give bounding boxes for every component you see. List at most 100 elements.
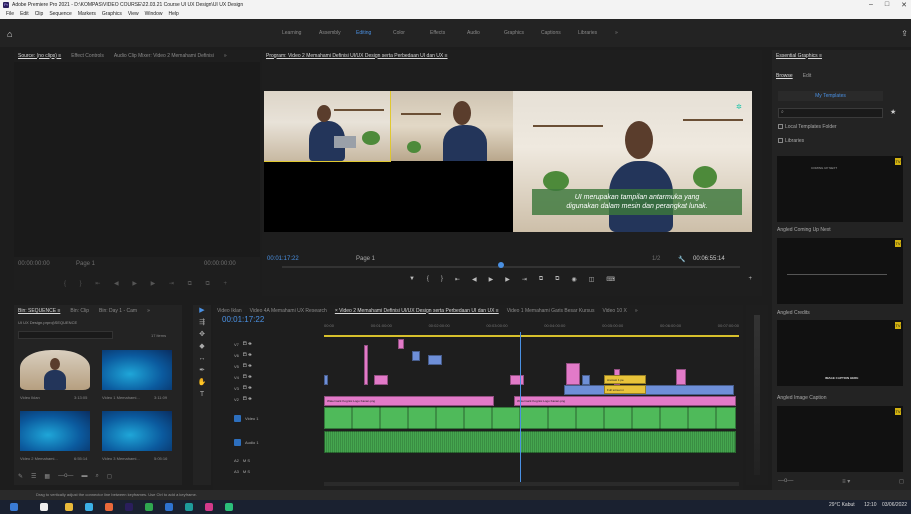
list-view-icon[interactable]: ☰ bbox=[31, 473, 36, 480]
track-header-a3[interactable]: A3 M S bbox=[213, 466, 324, 476]
workspace-graphics[interactable]: Graphics bbox=[504, 29, 541, 37]
clock-date[interactable]: 03/06/2022 bbox=[882, 502, 907, 508]
premiere-icon[interactable] bbox=[125, 503, 133, 511]
menu-window[interactable]: Window bbox=[142, 10, 166, 19]
timeline-clip[interactable] bbox=[398, 339, 404, 349]
write-protect-icon[interactable]: ✎ bbox=[18, 473, 23, 480]
mark-in-icon[interactable]: { bbox=[427, 276, 429, 282]
extract-icon[interactable]: ⧉ bbox=[555, 276, 559, 283]
find-icon[interactable]: ⌕ bbox=[95, 473, 98, 480]
menu-file[interactable]: File bbox=[3, 10, 17, 19]
new-item-icon[interactable]: ◻ bbox=[899, 478, 904, 485]
edge-icon[interactable] bbox=[85, 503, 93, 511]
program-timecode[interactable]: 00:01:17:22 bbox=[267, 256, 299, 262]
timeline-scrollbar[interactable] bbox=[324, 482, 739, 486]
tab-browse[interactable]: Browse bbox=[776, 73, 793, 79]
play-icon[interactable]: ▶ bbox=[489, 276, 494, 283]
timeline-tab-video-2[interactable]: × Video 2 Memahami Definisi UI/UX Design… bbox=[335, 308, 499, 314]
source-transport-controls[interactable]: { } ⇤ ◀ ▶ ▶ ⇥ ⧉ ⧉ + bbox=[64, 280, 233, 288]
go-to-out-icon[interactable]: ⇥ bbox=[522, 276, 527, 283]
lift-icon[interactable]: ⧉ bbox=[539, 276, 543, 283]
workspace-more[interactable]: » bbox=[615, 29, 652, 37]
mark-out-icon[interactable]: } bbox=[441, 276, 443, 282]
timeline-clip-fullscreen[interactable]: Full screen n bbox=[604, 385, 646, 394]
app-icon[interactable] bbox=[225, 503, 233, 511]
track-select-icon[interactable]: ⇶ bbox=[193, 317, 211, 329]
tab-edit[interactable]: Edit bbox=[803, 73, 812, 79]
timeline-timecode[interactable]: 00:01:17:22 bbox=[222, 315, 264, 324]
timeline-clip[interactable] bbox=[582, 375, 590, 385]
start-icon[interactable] bbox=[10, 503, 18, 511]
file-explorer-icon[interactable] bbox=[65, 503, 73, 511]
source-patch-icon[interactable] bbox=[234, 438, 241, 446]
clip-thumb[interactable] bbox=[20, 411, 90, 451]
razor-icon[interactable]: ◆ bbox=[193, 341, 211, 353]
timeline-clip[interactable] bbox=[676, 369, 686, 385]
workspace-color[interactable]: Color bbox=[393, 29, 430, 37]
timeline-ruler[interactable]: 00:00 00:01:00:00 00:02:00:00 00:03:00:0… bbox=[324, 323, 739, 331]
timeline-clip[interactable] bbox=[364, 345, 368, 385]
program-fit-select[interactable]: 1/2 bbox=[652, 256, 660, 262]
tab-bin-clip[interactable]: Bin: Clip bbox=[70, 308, 89, 314]
maximize-button[interactable]: □ bbox=[885, 1, 889, 9]
slip-icon[interactable]: ↔ bbox=[193, 353, 211, 365]
track-header-v3[interactable]: V3 🗖 👁 bbox=[213, 383, 324, 393]
timeline-clip-watermark[interactable]: Watermark Kognisi Logo Kanan.png bbox=[514, 396, 736, 406]
go-to-in-icon[interactable]: ⇤ bbox=[455, 276, 460, 283]
tab-more[interactable]: » bbox=[224, 53, 227, 59]
track-header-a2[interactable]: A2 M S bbox=[213, 455, 324, 465]
local-templates-checkbox[interactable]: Local Templates Folder bbox=[778, 124, 837, 130]
menu-clip[interactable]: Clip bbox=[32, 10, 47, 19]
timeline-clip[interactable] bbox=[510, 375, 524, 385]
ripple-edit-icon[interactable]: ✥ bbox=[193, 329, 211, 341]
wrench-icon[interactable]: 🔧 bbox=[678, 256, 685, 263]
template-thumb[interactable]: TV IMAGE CAPTION HERE bbox=[777, 320, 903, 386]
timeline-clip[interactable] bbox=[324, 375, 328, 385]
tab-effect-controls[interactable]: Effect Controls bbox=[71, 53, 104, 59]
type-icon[interactable]: T bbox=[193, 389, 211, 401]
selection-tool-icon[interactable]: ▶ bbox=[193, 305, 211, 317]
workspace-effects[interactable]: Effects bbox=[430, 29, 467, 37]
timeline-clip[interactable] bbox=[412, 351, 420, 361]
clip-thumb[interactable] bbox=[20, 350, 90, 390]
app-icon[interactable] bbox=[185, 503, 193, 511]
track-header-v1[interactable]: Video 1 bbox=[213, 407, 324, 429]
timeline-tab-more[interactable]: » bbox=[635, 308, 638, 314]
timeline-clip-audio[interactable] bbox=[324, 431, 736, 453]
menu-graphics[interactable]: Graphics bbox=[99, 10, 125, 19]
new-bin-icon[interactable]: ▬ bbox=[81, 473, 87, 480]
template-thumb[interactable]: TV COMING UP NEXT bbox=[777, 156, 903, 222]
workspace-audio[interactable]: Audio bbox=[467, 29, 504, 37]
close-button[interactable]: ✕ bbox=[901, 1, 907, 9]
track-header-v4[interactable]: V4 🗖 👁 bbox=[213, 372, 324, 382]
tab-essential-graphics[interactable]: Essential Graphics ≡ bbox=[776, 53, 822, 59]
icon-view-icon[interactable]: ▦ bbox=[44, 473, 50, 480]
export-frame-icon[interactable]: ◉ bbox=[571, 276, 576, 283]
template-thumb[interactable]: TV bbox=[777, 238, 903, 304]
menu-help[interactable]: Help bbox=[165, 10, 181, 19]
track-header-a1[interactable]: Audio 1 bbox=[213, 431, 324, 453]
tab-audio-clip-mixer[interactable]: Audio Clip Mixer: Video 2 Memahami Defin… bbox=[114, 53, 214, 59]
tab-source[interactable]: Source: (no clips) ≡ bbox=[18, 53, 61, 59]
search-icon[interactable] bbox=[40, 503, 48, 511]
word-icon[interactable] bbox=[165, 503, 173, 511]
timeline-clip[interactable] bbox=[428, 355, 442, 365]
timeline-clip-anotasi[interactable]: Anotasi 1 pe bbox=[604, 375, 646, 384]
track-header-v5[interactable]: V5 🗖 👁 bbox=[213, 361, 324, 371]
track-header-v6[interactable]: V6 🗖 👁 bbox=[213, 350, 324, 360]
template-thumb[interactable]: TV bbox=[777, 406, 903, 472]
project-search-input[interactable] bbox=[18, 331, 113, 339]
clock-time[interactable]: 12:10 bbox=[864, 502, 877, 508]
menu-edit[interactable]: Edit bbox=[17, 10, 32, 19]
timeline-clip-video[interactable] bbox=[324, 407, 736, 429]
templates-search-input[interactable]: ⌕ bbox=[778, 108, 883, 118]
thumb-size-slider[interactable]: —o— bbox=[778, 478, 793, 485]
sort-icon[interactable]: ≡ ▾ bbox=[842, 478, 850, 485]
tab-more[interactable]: » bbox=[147, 308, 150, 314]
workspace-libraries[interactable]: Libraries bbox=[578, 29, 615, 37]
button-editor-icon[interactable]: ⌨ bbox=[606, 276, 615, 283]
libraries-checkbox[interactable]: Libraries bbox=[778, 138, 804, 144]
timeline-tab-video-4a[interactable]: Video 4A Memahami UX Research bbox=[250, 308, 327, 314]
firefox-icon[interactable] bbox=[105, 503, 113, 511]
timeline-tab-video-10[interactable]: Video 10 X bbox=[602, 308, 626, 314]
